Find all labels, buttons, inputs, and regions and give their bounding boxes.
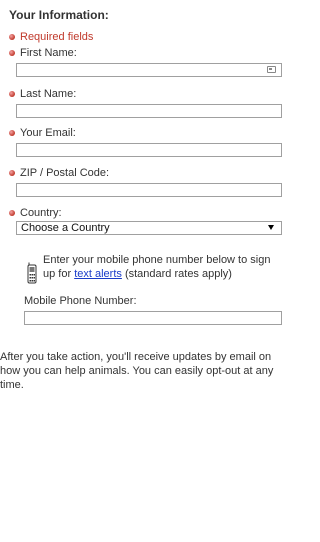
sms-text-after: (standard rates apply) bbox=[124, 268, 232, 280]
footer-note: After you take action, you'll receive up… bbox=[0, 351, 274, 391]
text-alerts-link[interactable]: text alerts bbox=[74, 268, 122, 280]
email-label-text: Your Email: bbox=[20, 127, 76, 139]
email-label: Your Email: bbox=[9, 127, 76, 139]
last-name-label: Last Name: bbox=[9, 88, 76, 100]
required-dot-icon bbox=[9, 91, 15, 97]
required-note-text: Required fields bbox=[20, 31, 94, 43]
zip-input[interactable] bbox=[16, 183, 282, 197]
mobile-phone-input[interactable] bbox=[24, 311, 282, 325]
required-dot-icon bbox=[9, 34, 15, 40]
required-dot-icon bbox=[9, 170, 15, 176]
required-note: Required fields bbox=[9, 31, 93, 43]
first-name-label-text: First Name: bbox=[20, 47, 77, 59]
contact-card-icon[interactable] bbox=[267, 66, 276, 73]
required-dot-icon bbox=[9, 130, 15, 136]
sms-signup-text: Enter your mobile phone number below to … bbox=[43, 253, 283, 281]
required-dot-icon bbox=[9, 210, 15, 216]
chevron-down-icon[interactable] bbox=[268, 225, 274, 230]
last-name-input[interactable] bbox=[16, 104, 282, 118]
mobile-phone-icon bbox=[27, 262, 37, 284]
country-label-text: Country: bbox=[20, 207, 62, 219]
country-select[interactable]: Choose a Country bbox=[16, 221, 282, 235]
zip-label: ZIP / Postal Code: bbox=[9, 167, 109, 179]
zip-label-text: ZIP / Postal Code: bbox=[20, 167, 110, 179]
first-name-label: First Name: bbox=[9, 47, 77, 59]
country-select-value: Choose a Country bbox=[21, 222, 110, 234]
required-dot-icon bbox=[9, 50, 15, 56]
email-input[interactable] bbox=[16, 143, 282, 157]
mobile-phone-label: Mobile Phone Number: bbox=[24, 295, 137, 307]
first-name-input[interactable] bbox=[16, 63, 282, 77]
country-label: Country: bbox=[9, 207, 62, 219]
form-heading: Your Information: bbox=[9, 8, 109, 22]
last-name-label-text: Last Name: bbox=[20, 88, 77, 100]
